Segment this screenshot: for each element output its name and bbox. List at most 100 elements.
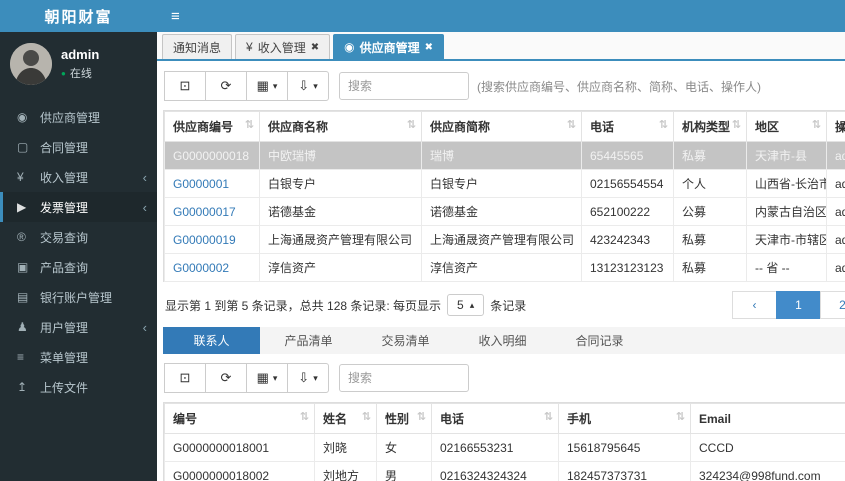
- toolbar-button[interactable]: ⟳: [205, 363, 247, 393]
- detail-tab[interactable]: 交易清单: [357, 327, 454, 354]
- column-header[interactable]: 操作人 ⇅: [826, 111, 845, 142]
- sidebar-item-icon: ♟: [17, 320, 28, 334]
- page-size-select[interactable]: 5 ▴: [447, 294, 485, 316]
- supplier-id-link[interactable]: G00000019: [164, 225, 260, 254]
- supplier-short-name-cell: 瑞博: [421, 141, 582, 170]
- supplier-id-link[interactable]: G0000002: [164, 253, 260, 282]
- toolbar-button-icon: ⊡: [179, 370, 191, 385]
- online-dot-icon: ●: [61, 68, 66, 78]
- table-row[interactable]: G00000019 上海通晟资产管理有限公司 上海通晟资产管理有限公司 4232…: [164, 225, 845, 254]
- column-header[interactable]: 电话 ⇅: [431, 403, 559, 434]
- sidebar-item-icon: ≡: [17, 350, 25, 364]
- search-input[interactable]: [339, 72, 469, 100]
- operator-cell: admin: [826, 197, 845, 226]
- column-header-label: 性别: [385, 412, 410, 426]
- search-hint: (搜索供应商编号、供应商名称、简称、电话、操作人): [477, 79, 761, 94]
- org-type-cell: 私募: [673, 253, 747, 282]
- tab[interactable]: ◉ 供应商管理 ✖: [333, 34, 444, 59]
- detail-tab[interactable]: 合同记录: [551, 327, 648, 354]
- operator-cell: admin: [826, 141, 845, 170]
- supplier-id-link[interactable]: G00000017: [164, 197, 260, 226]
- chevron-left-icon: ‹: [142, 199, 147, 215]
- user-status: ● 在线: [61, 65, 99, 81]
- topbar: ≡: [157, 0, 845, 32]
- supplier-id-link[interactable]: G0000000018: [164, 141, 260, 170]
- column-header[interactable]: 供应商简称 ⇅: [421, 111, 582, 142]
- tab-label: 收入管理: [257, 40, 306, 55]
- table-row[interactable]: G0000000018002 刘地方 男 0216324324324 18245…: [164, 461, 845, 481]
- tab-bar: 通知消息 ¥ 收入管理 ✖ ◉ 供应商管理 ✖: [157, 32, 845, 61]
- page-button[interactable]: 1: [776, 291, 821, 319]
- sidebar-item[interactable]: ¥ 收入管理 ‹: [0, 162, 157, 192]
- supplier-short-name-cell: 淳信资产: [421, 253, 582, 282]
- sidebar-item[interactable]: ▣ 产品查询: [0, 252, 157, 282]
- page-button[interactable]: 2: [820, 291, 845, 319]
- supplier-id-link[interactable]: G0000001: [164, 169, 260, 198]
- sidebar-item[interactable]: ▢ 合同管理: [0, 132, 157, 162]
- contact-search-input[interactable]: [339, 364, 469, 392]
- sidebar-item[interactable]: ≡ 菜单管理: [0, 342, 157, 372]
- toolbar-button[interactable]: ▦ ▾: [246, 71, 288, 101]
- sidebar-item[interactable]: ® 交易查询: [0, 222, 157, 252]
- tab[interactable]: ¥ 收入管理 ✖: [235, 34, 331, 59]
- sidebar-item[interactable]: ◉ 供应商管理: [0, 102, 157, 132]
- table-row[interactable]: G0000001 白银专户 白银专户 02156554554 个人 山西省-长治…: [164, 169, 845, 198]
- detail-tab[interactable]: 收入明细: [454, 327, 551, 354]
- user-status-label: 在线: [69, 68, 92, 80]
- region-cell: 天津市-市辖区: [746, 225, 827, 254]
- caret-down-icon: ▾: [272, 372, 278, 383]
- table-row[interactable]: G0000000018 中欧瑞博 瑞博 65445565 私募 天津市-县 ad…: [164, 141, 845, 170]
- menu-toggle-icon[interactable]: ≡: [171, 8, 180, 25]
- detail-tab[interactable]: 产品清单: [260, 327, 357, 354]
- email-cell: 324234@998fund.com: [690, 461, 845, 481]
- operator-cell: admin: [826, 169, 845, 198]
- column-header[interactable]: 性别 ⇅: [376, 403, 432, 434]
- column-header[interactable]: 供应商编号 ⇅: [164, 111, 260, 142]
- sidebar-item[interactable]: ♟ 用户管理 ‹: [0, 312, 157, 342]
- table-row[interactable]: G0000000018001 刘晓 女 02166553231 15618795…: [164, 433, 845, 462]
- region-cell: -- 省 --: [746, 253, 827, 282]
- column-header-label: 供应商编号: [173, 120, 234, 134]
- close-icon[interactable]: ✖: [425, 42, 433, 53]
- sort-icon: ⇅: [406, 119, 416, 131]
- contact-name-cell: 刘晓: [314, 433, 377, 462]
- sidebar-item[interactable]: ▶ 发票管理 ‹: [0, 192, 157, 222]
- column-header[interactable]: 机构类型 ⇅: [673, 111, 747, 142]
- main-area: ≡ 通知消息 ¥ 收入管理 ✖ ◉ 供应商管理 ✖ ⊡ ⟳ ▦ ▾ ⇩ ▾ 搜索…: [157, 0, 845, 481]
- toolbar-button[interactable]: ▦ ▾: [246, 363, 288, 393]
- sort-icon: ⇅: [658, 119, 668, 131]
- toolbar-button-icon: ⊡: [179, 78, 191, 93]
- close-icon[interactable]: ✖: [311, 42, 319, 53]
- column-header[interactable]: 编号 ⇅: [164, 403, 315, 434]
- toolbar-button[interactable]: ⟳: [205, 71, 247, 101]
- column-header[interactable]: 供应商名称 ⇅: [259, 111, 422, 142]
- sidebar-item-label: 供应商管理: [40, 110, 101, 125]
- avatar: [10, 43, 52, 85]
- supplier-page: ⊡ ⟳ ▦ ▾ ⇩ ▾ 搜索 (搜索供应商编号、供应商名称、简称、电话、操作人)…: [157, 61, 845, 481]
- sidebar-item[interactable]: ▤ 银行账户管理: [0, 282, 157, 312]
- phone-cell: 02166553231: [431, 433, 559, 462]
- toolbar-button[interactable]: ⇩ ▾: [287, 363, 329, 393]
- sidebar-item[interactable]: ↥ 上传文件: [0, 372, 157, 402]
- sort-icon: ⇅: [361, 411, 371, 423]
- column-header[interactable]: Email ⇅: [690, 403, 845, 434]
- sidebar-item-icon: ¥: [17, 170, 24, 184]
- column-header-label: 手机: [567, 412, 592, 426]
- toolbar-button[interactable]: ⊡: [164, 363, 206, 393]
- column-header[interactable]: 电话 ⇅: [581, 111, 674, 142]
- table-row[interactable]: G00000017 诺德基金 诺德基金 652100222 公募 内蒙古自治区 …: [164, 197, 845, 226]
- column-header[interactable]: 姓名 ⇅: [314, 403, 377, 434]
- toolbar-button[interactable]: ⇩ ▾: [287, 71, 329, 101]
- column-header[interactable]: 手机 ⇅: [558, 403, 691, 434]
- phone-cell: 02156554554: [581, 169, 674, 198]
- page-button[interactable]: ‹: [732, 291, 777, 319]
- chevron-left-icon: ‹: [142, 319, 147, 335]
- toolbar-button[interactable]: ⊡: [164, 71, 206, 101]
- toolbar-button-icon: ▦: [256, 370, 269, 385]
- detail-tab[interactable]: 联系人: [163, 327, 260, 354]
- column-header[interactable]: 地区 ⇅: [746, 111, 827, 142]
- tab[interactable]: 通知消息: [162, 34, 233, 59]
- table-row[interactable]: G0000002 淳信资产 淳信资产 13123123123 私募 -- 省 -…: [164, 253, 845, 282]
- tab-label: 供应商管理: [359, 40, 420, 55]
- pagination-summary-suffix: 条记录: [490, 298, 527, 313]
